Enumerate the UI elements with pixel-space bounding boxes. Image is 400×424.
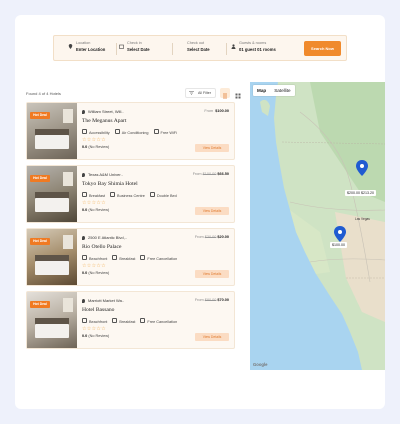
hotel-card[interactable]: Hot Deal 2500 E Atlantic Blvd,.. From $3… — [26, 228, 235, 286]
hotel-name[interactable]: The Meganus Apart — [82, 118, 126, 124]
guests-field[interactable]: Guests & rooms 01 guest 01 rooms — [231, 41, 276, 52]
check-in-value: Select Date — [127, 47, 150, 52]
hotel-card[interactable]: Hot Deal William Street, Will.. From $10… — [26, 102, 235, 160]
page-frame: Location Enter Location Check in Select … — [15, 15, 385, 409]
map-panel[interactable]: Map Satellite $200.00 $213.20 $100.00 La… — [250, 82, 385, 370]
tab-satellite[interactable]: Satellite — [270, 85, 294, 96]
star-rating: ☆☆☆☆☆ — [82, 200, 106, 206]
hotel-image[interactable]: Hot Deal — [27, 166, 77, 222]
map-canvas[interactable] — [250, 82, 385, 370]
hot-deal-badge: Hot Deal — [30, 175, 50, 182]
hotel-price: From $80.00$70.00 — [194, 298, 229, 302]
check-in-field[interactable]: Check in Select Date — [119, 41, 150, 52]
divider — [116, 43, 117, 55]
divider — [172, 43, 173, 55]
star-rating: ☆☆☆☆☆ — [82, 326, 106, 332]
hotel-name[interactable]: Hotel Bassano — [82, 307, 114, 313]
hotel-price: From $100.00 — [204, 109, 229, 113]
hotel-amenities: Beachfront Breakfast Free Cancellation — [82, 255, 182, 261]
location-pin-icon — [82, 299, 85, 303]
results-summary: Found 4 of 4 Hotels — [26, 91, 61, 96]
hotel-name[interactable]: Tokyo Bay Shimia Hotel — [82, 181, 138, 187]
location-pin-icon — [82, 110, 85, 114]
guests-label: Guests & rooms — [239, 41, 267, 45]
hotel-image[interactable]: Hot Deal — [27, 229, 77, 285]
google-attribution: Google — [253, 362, 268, 367]
hot-deal-badge: Hot Deal — [30, 238, 50, 245]
calendar-icon — [119, 44, 124, 49]
view-details-button[interactable]: View Details — [195, 144, 229, 152]
location-value: Enter Location — [76, 47, 106, 52]
divider — [226, 43, 227, 55]
location-field[interactable]: Location Enter Location — [68, 41, 106, 52]
hotel-amenities: Breakfast Business Centre Double Bed — [82, 192, 182, 198]
hotel-address: 2500 E Atlantic Blvd,.. — [82, 235, 127, 240]
view-details-button[interactable]: View Details — [195, 207, 229, 215]
filter-icon — [189, 91, 194, 95]
all-filter-label: All Filter — [198, 91, 211, 95]
all-filter-button[interactable]: All Filter — [185, 88, 216, 98]
hotel-name[interactable]: Rio Otello Palace — [82, 244, 121, 250]
guests-value: 01 guest 01 rooms — [239, 47, 276, 52]
list-view-button[interactable] — [220, 88, 230, 99]
location-label: Location — [76, 41, 91, 45]
review-summary: 0.0 (No Review) — [82, 271, 110, 275]
review-summary: 0.0 (No Review) — [82, 208, 110, 212]
search-bar: Location Enter Location Check in Select … — [53, 35, 347, 61]
check-out-label: Check out — [187, 41, 205, 45]
hotel-address: Texas A&M Univer.. — [82, 172, 123, 177]
hot-deal-badge: Hot Deal — [30, 112, 50, 119]
hotel-card[interactable]: Hot Deal Texas A&M Univer.. From $100.00… — [26, 165, 235, 223]
city-label: Las Vegas — [355, 217, 370, 221]
star-rating: ☆☆☆☆☆ — [82, 263, 106, 269]
location-pin-icon — [68, 44, 73, 49]
hot-deal-badge: Hot Deal — [30, 301, 50, 308]
grid-view-icon — [235, 93, 241, 99]
hotel-image[interactable]: Hot Deal — [27, 103, 77, 159]
list-view-icon — [223, 93, 227, 99]
tab-map[interactable]: Map — [253, 85, 270, 96]
hotel-address: Marriott Market Wa.. — [82, 298, 124, 303]
hotel-amenities: Accessibility Air Conditioning Free WiFi — [82, 129, 182, 135]
hotel-card[interactable]: Hot Deal Marriott Market Wa.. From $80.0… — [26, 291, 235, 349]
map-type-tabs: Map Satellite — [253, 85, 295, 96]
search-button[interactable]: Search Now — [304, 41, 341, 56]
check-out-field[interactable]: Check out Select Date — [187, 41, 210, 52]
hotel-price: From $100.00$66.50 — [192, 172, 229, 176]
check-in-label: Check in — [127, 41, 142, 45]
hotel-price: From $30.00$20.00 — [194, 235, 229, 239]
star-rating: ☆☆☆☆☆ — [82, 137, 106, 143]
hotel-image[interactable]: Hot Deal — [27, 292, 77, 348]
hotel-address: William Street, Will.. — [82, 109, 124, 114]
hotel-amenities: Beachfront Breakfast Free Cancellation — [82, 318, 182, 324]
grid-view-button[interactable] — [233, 88, 243, 99]
map-marker-label[interactable]: $200.00 $213.20 — [345, 190, 376, 196]
user-icon — [231, 44, 236, 49]
location-pin-icon — [82, 173, 85, 177]
view-details-button[interactable]: View Details — [195, 333, 229, 341]
view-details-button[interactable]: View Details — [195, 270, 229, 278]
review-summary: 0.0 (No Review) — [82, 334, 110, 338]
map-marker-label[interactable]: $100.00 — [330, 242, 347, 248]
location-pin-icon — [82, 236, 85, 240]
check-out-value: Select Date — [187, 47, 210, 52]
review-summary: 0.0 (No Review) — [82, 145, 110, 149]
